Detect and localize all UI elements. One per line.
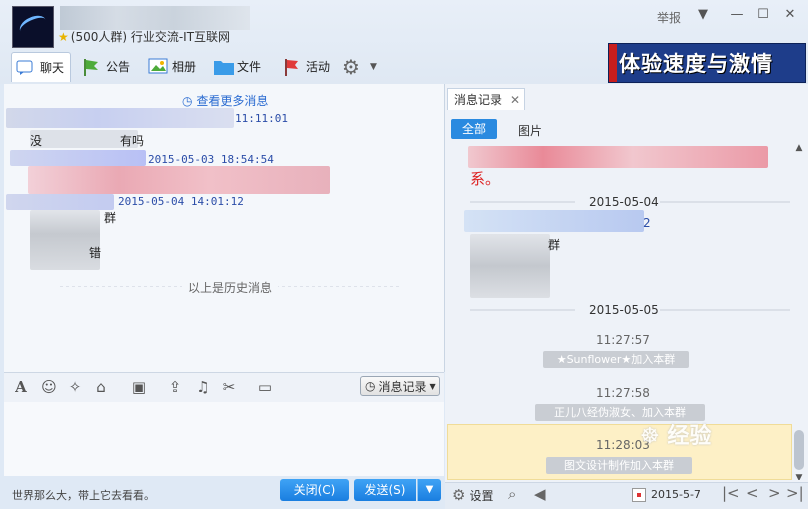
message-timestamp: 11:11:01	[235, 112, 288, 125]
search-icon[interactable]: ⌕	[508, 485, 516, 503]
banner-stripe	[609, 44, 617, 82]
entry-time: 11:27:58	[596, 386, 650, 400]
tab-album[interactable]: 相册	[148, 53, 196, 79]
red-flag-icon	[282, 58, 300, 76]
message-fragment: 群	[548, 238, 561, 252]
ad-banner[interactable]: 体验速度与激情	[608, 43, 806, 83]
message-fragment: 有吗	[120, 134, 145, 148]
filter-pictures-button[interactable]: 图片	[518, 122, 542, 139]
clock-icon: ◷	[182, 94, 193, 108]
watermark-text: 经验	[667, 424, 712, 449]
maximize-icon[interactable]: ☐	[753, 6, 773, 24]
flag-icon	[82, 58, 100, 76]
calendar-icon[interactable]	[632, 488, 646, 502]
folder-icon	[213, 58, 234, 75]
image-icon[interactable]: ▣	[130, 378, 148, 396]
history-tab-label: 消息记录	[454, 93, 503, 107]
redacted-message	[468, 146, 768, 168]
star-icon: ★	[58, 30, 69, 44]
gear-dropdown-icon[interactable]: ▼	[370, 62, 377, 72]
tab-files-label: 文件	[237, 59, 262, 74]
date-picker-value[interactable]: 2015-5-7	[651, 488, 701, 501]
upload-icon[interactable]: ⇪	[166, 378, 184, 396]
tab-album-label: 相册	[172, 59, 197, 74]
prev-page-icon[interactable]: <	[746, 484, 759, 502]
group-name-redacted	[60, 6, 250, 30]
join-notice: ★Sunflower★加入本群	[543, 351, 689, 368]
tab-files[interactable]: 文件	[213, 53, 261, 79]
redacted-sender	[464, 210, 644, 232]
minimize-icon[interactable]: —	[727, 6, 747, 24]
svg-text:▼: ▼	[796, 473, 803, 480]
history-button-label: 消息记录	[378, 379, 427, 394]
redacted-sender	[10, 150, 146, 166]
speaker-icon[interactable]: ◀	[534, 485, 546, 503]
chevron-down-icon: ▼	[429, 381, 436, 391]
send-button[interactable]: 发送(S)	[354, 479, 416, 501]
tab-chat-label: 聊天	[40, 61, 65, 75]
send-options-button[interactable]: ▼	[417, 479, 441, 501]
slogan-text: 世界那么大，带上它去看看。	[12, 489, 155, 502]
message-fragment: 没	[30, 134, 43, 148]
gift-icon[interactable]: ⌂	[92, 378, 110, 396]
message-input[interactable]	[4, 402, 444, 476]
tab-chat[interactable]: 聊天	[11, 52, 71, 82]
banner-text: 体验速度与激情	[619, 52, 773, 76]
watermark: ☸ 经验	[640, 418, 711, 450]
history-tab[interactable]: 消息记录 ✕	[447, 88, 525, 110]
view-more-link[interactable]: ◷ 查看更多消息	[182, 92, 268, 109]
history-scrollbar[interactable]: ▲ ▼	[793, 140, 805, 480]
redacted-message	[470, 234, 550, 298]
message-fragment: 错	[89, 246, 102, 260]
history-clock-icon: ◷	[365, 379, 376, 393]
report-link[interactable]: 举报	[657, 9, 681, 26]
gear-icon[interactable]: ⚙	[342, 55, 360, 79]
scissors-icon[interactable]: ✂	[220, 378, 238, 396]
redacted-sender	[6, 108, 234, 128]
join-notice: 图文设计制作加入本群	[546, 457, 692, 474]
group-title: ★ (500人群) 行业交流-IT互联网	[58, 28, 230, 45]
first-page-icon[interactable]: |<	[722, 484, 740, 502]
redacted-message	[28, 166, 330, 194]
tab-activity[interactable]: 活动	[282, 53, 330, 79]
date-separator: 2015-05-05	[589, 303, 659, 317]
last-page-icon[interactable]: >|	[786, 484, 804, 502]
close-tab-icon[interactable]: ✕	[510, 93, 520, 107]
tab-announcement-label: 公告	[106, 59, 131, 74]
gear-icon: ⚙	[452, 486, 466, 504]
redacted-message	[30, 210, 100, 270]
filter-all-button[interactable]: 全部	[451, 119, 497, 139]
close-button[interactable]: 关闭(C)	[280, 479, 349, 501]
chat-icon	[16, 60, 34, 76]
emoji-icon[interactable]: ☺	[40, 378, 58, 396]
close-window-icon[interactable]: ✕	[780, 6, 800, 24]
date-separator: 2015-05-04	[589, 195, 659, 209]
message-timestamp: 2015-05-04 14:01:12	[118, 195, 244, 208]
screenshot-icon[interactable]: ▭	[256, 378, 274, 396]
group-title-text: (500人群) 行业交流-IT互联网	[70, 30, 231, 44]
calendar-dot	[637, 493, 641, 497]
history-label: 以上是历史消息	[182, 279, 279, 296]
entry-time: 11:27:57	[596, 333, 650, 347]
tab-activity-label: 活动	[306, 59, 331, 74]
message-fragment: 群	[104, 211, 117, 225]
tab-announcement[interactable]: 公告	[82, 53, 130, 79]
view-more-label: 查看更多消息	[196, 94, 269, 108]
next-page-icon[interactable]: >	[768, 484, 781, 502]
paw-icon: ☸	[640, 424, 660, 449]
message-fragment: 2	[643, 216, 651, 230]
message-fragment: 系。	[470, 170, 501, 188]
group-avatar[interactable]	[12, 6, 54, 48]
font-icon[interactable]: A	[12, 378, 30, 396]
settings-label: 设置	[469, 488, 494, 503]
svg-text:▲: ▲	[796, 143, 803, 153]
music-icon[interactable]: ♫	[194, 378, 212, 396]
dropdown-arrow-icon[interactable]: ▼	[693, 6, 713, 24]
message-history-button[interactable]: ◷ 消息记录 ▼	[360, 376, 440, 396]
redacted-sender	[6, 194, 114, 210]
magic-icon[interactable]: ✧	[66, 378, 84, 396]
picture-icon	[148, 58, 168, 74]
message-timestamp: 2015-05-03 18:54:54	[148, 153, 274, 166]
settings-button[interactable]: ⚙ 设置	[452, 486, 493, 504]
